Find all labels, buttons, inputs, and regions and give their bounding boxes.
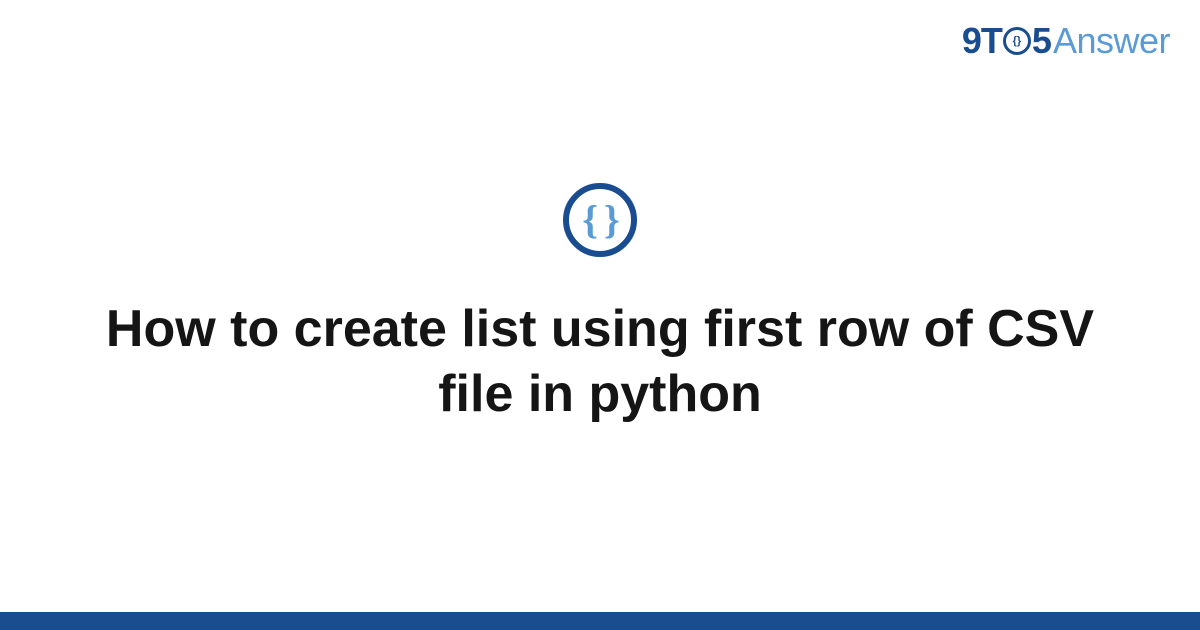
page-title: How to create list using first row of CS… bbox=[80, 297, 1120, 427]
braces-icon: { } bbox=[582, 200, 618, 240]
main-content: { } How to create list using first row o… bbox=[0, 0, 1200, 630]
code-icon: { } bbox=[563, 183, 637, 257]
bottom-accent-bar bbox=[0, 612, 1200, 630]
topic-icon-wrapper: { } bbox=[563, 183, 637, 257]
